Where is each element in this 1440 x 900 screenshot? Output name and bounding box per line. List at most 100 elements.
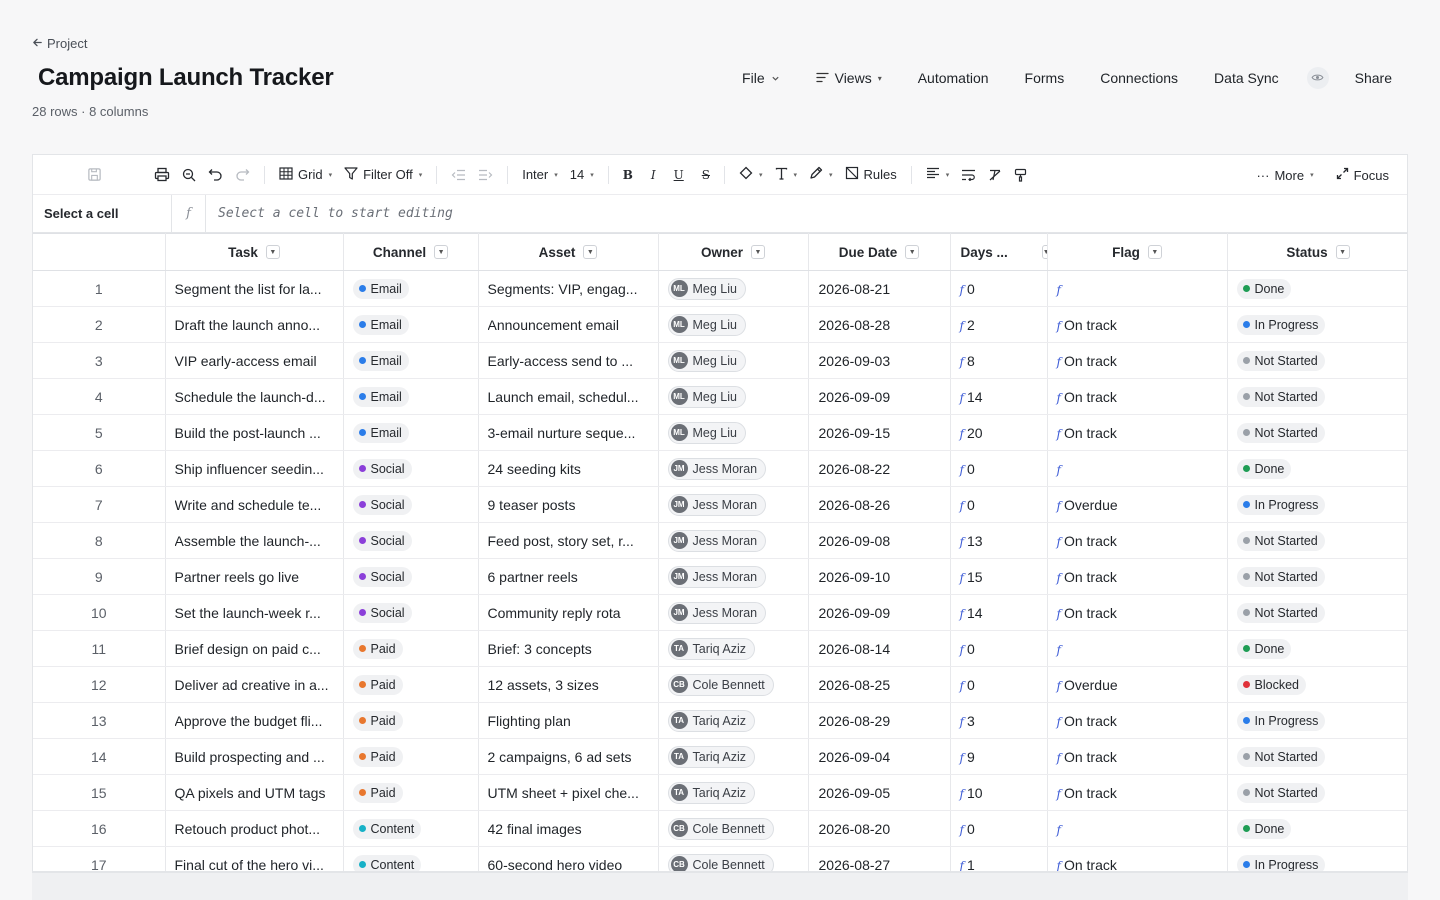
indent-button[interactable] bbox=[472, 161, 499, 189]
cell-owner[interactable]: ML Meg Liu bbox=[658, 414, 809, 451]
cell-channel[interactable]: Social bbox=[343, 558, 479, 595]
row-number[interactable]: 17 bbox=[33, 846, 166, 871]
cell-owner[interactable]: JM Jess Moran bbox=[658, 594, 809, 631]
cell-days[interactable]: f 20 bbox=[950, 414, 1048, 451]
cell-channel[interactable]: Paid bbox=[343, 630, 479, 667]
cell-flag[interactable]: f On track bbox=[1047, 738, 1228, 775]
cell-days[interactable]: f0 bbox=[950, 810, 1048, 847]
cell-asset[interactable]: 2 campaigns, 6 ad sets bbox=[478, 738, 659, 775]
file-menu[interactable]: File bbox=[742, 70, 780, 86]
view-type-dropdown[interactable]: Grid ▾ bbox=[273, 161, 338, 189]
cell-asset[interactable]: Launch email, schedul... bbox=[478, 378, 659, 415]
cell-status[interactable]: Done bbox=[1227, 270, 1407, 307]
cell-owner[interactable]: ML Meg Liu bbox=[658, 342, 809, 379]
cell-status[interactable]: In Progress bbox=[1227, 486, 1407, 523]
cell-channel[interactable]: Paid bbox=[343, 774, 479, 811]
column-header-channel[interactable]: Channel ▼ bbox=[343, 233, 479, 271]
cell-due-date[interactable]: 2026-09-15 bbox=[808, 414, 951, 451]
cell-channel[interactable]: Paid bbox=[343, 702, 479, 739]
cell-asset[interactable]: 6 partner reels bbox=[478, 558, 659, 595]
cell-task[interactable]: Partner reels go live bbox=[165, 558, 344, 595]
row-number[interactable]: 9 bbox=[33, 558, 166, 595]
row-number[interactable]: 12 bbox=[33, 666, 166, 703]
back-link[interactable]: Project bbox=[32, 36, 87, 51]
cell-owner[interactable]: ML Meg Liu bbox=[658, 270, 809, 307]
cell-days[interactable]: f 10 bbox=[950, 774, 1048, 811]
cell-flag[interactable]: f bbox=[1047, 630, 1228, 667]
cell-asset[interactable]: Feed post, story set, r... bbox=[478, 522, 659, 559]
cell-flag[interactable]: f bbox=[1047, 810, 1228, 847]
cell-flag[interactable]: f On track bbox=[1047, 306, 1228, 343]
cell-channel[interactable]: Paid bbox=[343, 738, 479, 775]
cell-channel[interactable]: Content bbox=[343, 846, 479, 871]
cell-flag[interactable]: f On track bbox=[1047, 702, 1228, 739]
cell-asset[interactable]: Brief: 3 concepts bbox=[478, 630, 659, 667]
cell-owner[interactable]: TA Tariq Aziz bbox=[658, 630, 809, 667]
cell-status[interactable]: Not Started bbox=[1227, 774, 1407, 811]
cell-status[interactable]: Done bbox=[1227, 450, 1407, 487]
cell-status[interactable]: Not Started bbox=[1227, 594, 1407, 631]
cell-owner[interactable]: JM Jess Moran bbox=[658, 522, 809, 559]
cell-days[interactable]: f0 bbox=[950, 486, 1048, 523]
cell-channel[interactable]: Email bbox=[343, 342, 479, 379]
automation-link[interactable]: Automation bbox=[918, 70, 989, 86]
cell-task[interactable]: Brief design on paid c... bbox=[165, 630, 344, 667]
cell-flag[interactable]: f Overdue bbox=[1047, 486, 1228, 523]
filter-dropdown[interactable]: Filter Off ▾ bbox=[338, 161, 428, 189]
outdent-button[interactable] bbox=[445, 161, 472, 189]
undo-button[interactable] bbox=[202, 161, 229, 189]
cell-due-date[interactable]: 2026-09-05 bbox=[808, 774, 951, 811]
cell-days[interactable]: f 14 bbox=[950, 378, 1048, 415]
text-color-dropdown[interactable]: ▾ bbox=[803, 161, 839, 189]
cell-status[interactable]: Not Started bbox=[1227, 522, 1407, 559]
cell-asset[interactable]: 3-email nurture seque... bbox=[478, 414, 659, 451]
cell-task[interactable]: Schedule the launch-d... bbox=[165, 378, 344, 415]
cell-owner[interactable]: ML Meg Liu bbox=[658, 378, 809, 415]
cell-asset[interactable]: 42 final images bbox=[478, 810, 659, 847]
align-dropdown[interactable]: ▾ bbox=[920, 161, 956, 189]
cell-flag[interactable]: f On track bbox=[1047, 774, 1228, 811]
font-size-dropdown[interactable]: 14 ▾ bbox=[564, 161, 600, 189]
clear-format-button[interactable] bbox=[982, 161, 1008, 189]
cell-owner[interactable]: ML Meg Liu bbox=[658, 306, 809, 343]
cell-task[interactable]: Final cut of the hero vi... bbox=[165, 846, 344, 871]
cell-flag[interactable]: f On track bbox=[1047, 378, 1228, 415]
cell-task[interactable]: Build the post-launch ... bbox=[165, 414, 344, 451]
cell-due-date[interactable]: 2026-09-03 bbox=[808, 342, 951, 379]
column-menu-icon[interactable]: ▼ bbox=[434, 245, 449, 259]
cell-status[interactable]: In Progress bbox=[1227, 306, 1407, 343]
cell-status[interactable]: Not Started bbox=[1227, 414, 1407, 451]
cell-flag[interactable]: f On track bbox=[1047, 342, 1228, 379]
cell-asset[interactable]: 60-second hero video bbox=[478, 846, 659, 871]
column-header-owner[interactable]: Owner ▼ bbox=[658, 233, 809, 271]
cell-owner[interactable]: CB Cole Bennett bbox=[658, 666, 809, 703]
cell-status[interactable]: Blocked bbox=[1227, 666, 1407, 703]
cell-owner[interactable]: JM Jess Moran bbox=[658, 558, 809, 595]
row-number[interactable]: 5 bbox=[33, 414, 166, 451]
column-menu-icon[interactable]: ▼ bbox=[583, 245, 598, 259]
corner-cell[interactable] bbox=[33, 233, 166, 271]
cell-channel[interactable]: Email bbox=[343, 378, 479, 415]
cell-days[interactable]: f 14 bbox=[950, 594, 1048, 631]
views-menu[interactable]: Views ▾ bbox=[815, 70, 882, 86]
cell-due-date[interactable]: 2026-09-04 bbox=[808, 738, 951, 775]
cell-status[interactable]: Done bbox=[1227, 810, 1407, 847]
cell-owner[interactable]: TA Tariq Aziz bbox=[658, 702, 809, 739]
cell-flag[interactable]: f bbox=[1047, 450, 1228, 487]
focus-button[interactable]: Focus bbox=[1330, 161, 1395, 189]
cell-days[interactable]: f0 bbox=[950, 450, 1048, 487]
cell-task[interactable]: Approve the budget fli... bbox=[165, 702, 344, 739]
share-button[interactable]: Share bbox=[1355, 70, 1392, 86]
cell-days[interactable]: f2 bbox=[950, 306, 1048, 343]
column-menu-icon[interactable]: ▼ bbox=[751, 245, 765, 259]
cell-task[interactable]: Write and schedule te... bbox=[165, 486, 344, 523]
cell-task[interactable]: Set the launch-week r... bbox=[165, 594, 344, 631]
cell-owner[interactable]: CB Cole Bennett bbox=[658, 846, 809, 871]
cell-task[interactable]: Segment the list for la... bbox=[165, 270, 344, 307]
cell-owner[interactable]: CB Cole Bennett bbox=[658, 810, 809, 847]
cell-days[interactable]: f0 bbox=[950, 270, 1048, 307]
redo-button[interactable] bbox=[229, 161, 256, 189]
forms-link[interactable]: Forms bbox=[1025, 70, 1065, 86]
column-menu-icon[interactable]: ▼ bbox=[1147, 245, 1162, 259]
cell-flag[interactable]: f On track bbox=[1047, 846, 1228, 871]
